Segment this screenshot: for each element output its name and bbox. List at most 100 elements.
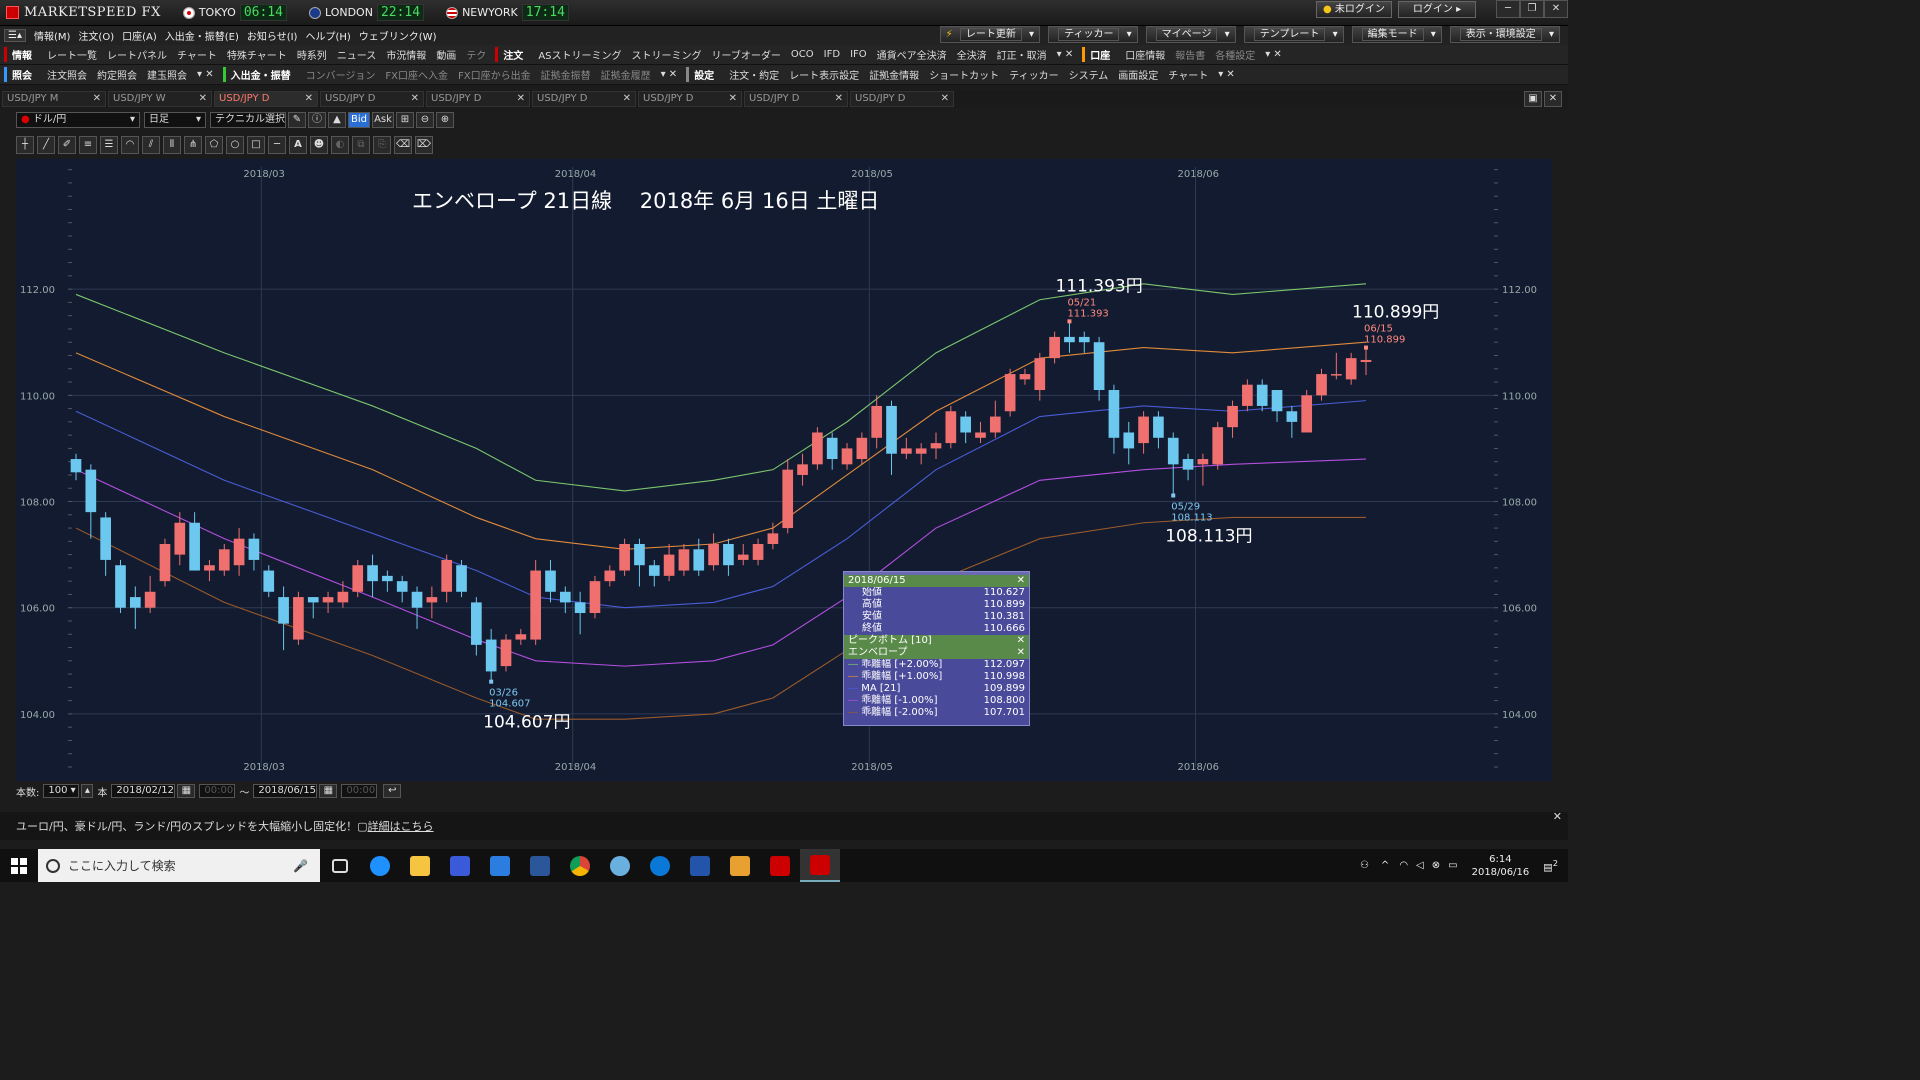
app-icon[interactable] [680,849,720,882]
volume-icon[interactable]: ◁ [1416,860,1424,871]
toolbar-item[interactable]: ティッカー [1009,67,1058,82]
count-select[interactable]: 100 ▾ [43,784,80,798]
channel-icon[interactable]: ⫽ [142,136,160,154]
info-link[interactable]: 詳細はこちら [368,818,434,834]
toolbar-item[interactable]: コンバージョン [306,67,376,82]
word-icon[interactable] [520,849,560,882]
count-up-icon[interactable]: ▴ [81,784,94,798]
menu-item[interactable]: ヘルプ(H) [305,28,350,43]
tab-usdjpy-d[interactable]: USD/JPY D ✕ [638,91,742,107]
app-orange-icon[interactable] [720,849,760,882]
close-tab-icon[interactable]: ✕ [623,92,631,106]
toolbar-item[interactable]: チャート [1168,67,1208,82]
toolbar-item[interactable]: リーブオーダー [712,47,781,62]
pen-icon[interactable]: ✎ [288,112,306,128]
fan-icon[interactable]: ◠ [121,136,139,154]
notification-icon[interactable]: ▭ [1448,860,1457,871]
toolbar-item[interactable]: 通貨ペア全決済 [877,47,947,62]
rect-icon[interactable]: □ [247,136,265,154]
toolbar-item[interactable]: ニュース [337,47,377,62]
tab-usdjpy-d[interactable]: USD/JPY D ✕ [320,91,424,107]
tab-usdjpy-m[interactable]: USD/JPY M ✕ [2,91,106,107]
app-window-icon[interactable] [480,849,520,882]
status-icon[interactable]: ⊗ [1432,860,1440,871]
from-date-input[interactable]: 2018/02/12 [111,784,176,798]
tab-usdjpy-d[interactable]: USD/JPY D ✕ [426,91,530,107]
template-button[interactable]: テンプレート ▾ [1243,26,1344,43]
hlines-icon[interactable]: ≡ [79,136,97,154]
close-tab-icon[interactable]: ✕ [729,92,737,106]
toolbar-item[interactable]: ショートカット [929,67,999,82]
taskbar-clock[interactable]: 6:14 2018/06/16 [1472,853,1530,879]
zoom-out-icon[interactable]: ⊖ [416,112,434,128]
menu-item[interactable]: お知らせ(I) [247,28,298,43]
close-tab-icon[interactable]: ✕ [835,92,843,106]
ticker-button[interactable]: ティッカー ▾ [1048,26,1138,43]
dropdown-arrow-icon[interactable]: ▾ ✕ [1265,49,1282,60]
toolbar-item[interactable]: ASストリーミング [538,47,621,62]
compare-icon[interactable]: ⊞ [396,112,414,128]
toolbar-item[interactable]: 証拠金振替 [541,67,591,82]
currency-pair-select[interactable]: ● ドル/円 ▾ [16,112,140,128]
toolbar-item[interactable]: 全決済 [957,47,987,62]
toolbar-item[interactable]: FX口座から出金 [458,67,531,82]
close-icon[interactable]: ✕ [1017,647,1025,659]
dropdown-arrow-icon[interactable]: ▾ ✕ [197,69,214,80]
microphone-icon[interactable]: 🎤 [293,859,308,873]
hline-icon[interactable]: ─ [268,136,286,154]
pencil-icon[interactable]: ✐ [58,136,76,154]
menu-item[interactable]: 口座(A) [122,28,157,43]
bid-toggle[interactable]: Bid [348,112,370,128]
toolbar-item[interactable]: 口座情報 [1125,47,1165,62]
to-time-input[interactable]: 00:00 [341,784,378,798]
toolbar-item[interactable]: 動画 [436,47,456,62]
close-tab-icon[interactable]: ✕ [93,92,101,106]
toolbar-item[interactable]: 訂正・取消 [997,47,1047,62]
eraser-icon[interactable]: ⌫ [394,136,412,154]
pitchfork-icon[interactable]: ⋔ [184,136,202,154]
tab-usdjpy-d[interactable]: USD/JPY D ✕ [532,91,636,107]
file-explorer-icon[interactable] [400,849,440,882]
marketspeed-fx-active-icon[interactable] [800,849,840,882]
display-settings-button[interactable]: 表示・環境設定 ▾ [1449,26,1560,43]
toolbar-item[interactable]: 建玉照会 [147,67,187,82]
toolbar-item[interactable]: 注文照会 [47,67,87,82]
bird-app-icon[interactable] [600,849,640,882]
toolbar-item[interactable]: レート表示設定 [789,67,859,82]
toolbar-item[interactable]: 各種設定 [1215,47,1255,62]
toolbar-item[interactable]: ストリーミング [632,47,702,62]
calendar-icon[interactable]: ▦ [177,784,196,798]
marketspeed-icon[interactable] [760,849,800,882]
close-icon[interactable]: ✕ [1553,812,1562,823]
people-icon[interactable]: ⚇ [1360,860,1369,871]
menu-item[interactable]: 情報(M) [34,28,70,43]
tray-expand-icon[interactable]: ^ [1381,860,1389,871]
toolbar-item[interactable]: レートパネル [107,47,167,62]
task-view-icon[interactable] [320,849,360,882]
menu-toggle-icon[interactable]: ☰▴ [4,29,26,42]
edge-icon[interactable] [640,849,680,882]
ohlc-popup[interactable]: 2018/06/15 ✕ 始値 110.627 高値 110.899 安値 110.38… [843,571,1030,726]
action-center-icon[interactable]: ▤2 [1543,858,1558,873]
toolbar-item[interactable]: IFD [824,49,840,60]
taskbar-search[interactable]: ここに入力して検索 🎤 [38,849,320,882]
to-date-input[interactable]: 2018/06/15 [253,784,318,798]
ask-toggle[interactable]: Ask [372,112,394,128]
parallel-icon[interactable]: ☰ [100,136,118,154]
toolbar-item[interactable]: OCO [791,49,814,60]
maximize-panel-icon[interactable]: ▣ [1524,91,1542,107]
close-tab-icon[interactable]: ✕ [411,92,419,106]
calculator-app-icon[interactable] [440,849,480,882]
toolbar-item[interactable]: 時系列 [297,47,327,62]
info-icon[interactable]: ⓘ [308,112,326,128]
close-icon[interactable]: ✕ [1017,575,1025,587]
tab-usdjpy-d[interactable]: USD/JPY D ✕ [744,91,848,107]
toolbar-item[interactable]: システム [1069,67,1109,82]
hide-icon[interactable]: ◐ [331,136,349,154]
close-panel-icon[interactable]: ✕ [1544,91,1562,107]
toolbar-item[interactable]: 特殊チャート [227,47,287,62]
pentagon-icon[interactable]: ⬠ [205,136,223,154]
candlestick-chart[interactable]: 104.00 104.00 106.00 106.00 108.00 108.00 110.… [16,159,1552,781]
tab-usdjpy-d-active[interactable]: USD/JPY D ✕ [214,91,318,107]
dropdown-arrow-icon[interactable]: ▾ ✕ [1057,49,1074,60]
